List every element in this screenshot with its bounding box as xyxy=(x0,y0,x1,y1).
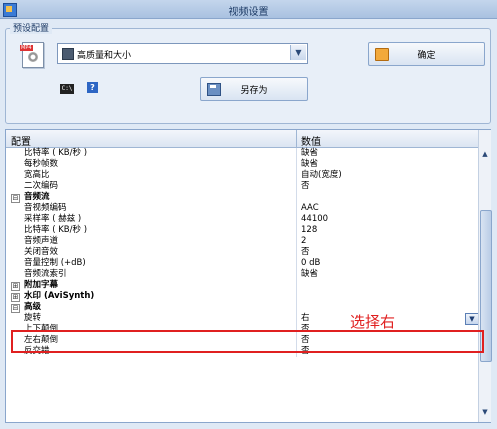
grid-row[interactable]: 音视频编码 AAC xyxy=(6,203,478,214)
grid-row-value: 否 xyxy=(301,181,310,191)
grid-row[interactable]: 比特率 ( KB/秒 ) 缺省 xyxy=(6,148,478,159)
grid-rows: 比特率 ( KB/秒 ) 缺省 每秒帧数 缺省 宽高比 自动(宽度) 二次编码否 ⊟ 音频流 音视… xyxy=(6,148,479,357)
highlight-box xyxy=(11,330,484,353)
row-separator xyxy=(296,159,297,170)
row-separator xyxy=(296,280,297,291)
grid-row-value: 否 xyxy=(301,247,310,257)
chevron-down-icon[interactable]: ▼ xyxy=(290,45,306,60)
grid-row[interactable]: 比特率 ( KB/秒 ) 128 xyxy=(6,225,478,236)
row-separator xyxy=(296,258,297,269)
title-bar: 视频设置 xyxy=(0,0,497,19)
annotation-label: 选择右 xyxy=(350,313,396,331)
grid-row-value: 128 xyxy=(301,225,318,235)
grid-row-name: 每秒帧数 xyxy=(24,159,59,169)
grid-row-value: AAC xyxy=(301,203,319,213)
save-as-button-label: 另存为 xyxy=(240,86,268,96)
row-separator xyxy=(296,181,297,192)
window-title: 视频设置 xyxy=(228,7,269,18)
grid-row[interactable]: 每秒帧数 缺省 xyxy=(6,159,478,170)
settings-grid: 配置 数值 比特率 ( KB/秒 ) 缺省 每秒帧数 缺省 宽高比 自动(宽度) 二次编码否… xyxy=(5,129,492,423)
column-header-value[interactable]: 数值 xyxy=(301,133,321,148)
grid-category-row[interactable]: ⊞ 水印 (AviSynth) xyxy=(6,291,478,302)
grid-row-value: 自动(宽度) xyxy=(301,170,342,180)
grid-category-row[interactable]: ⊞ 附加字幕 xyxy=(6,280,478,291)
media-file-icon: MP4 xyxy=(20,42,44,68)
grid-row-name: 采样率 ( 赫兹 ) xyxy=(24,214,82,224)
row-separator xyxy=(296,313,297,324)
scroll-down-icon[interactable]: ▼ xyxy=(480,408,490,418)
row-separator xyxy=(296,214,297,225)
grid-header: 配置 数值 xyxy=(6,130,478,148)
grid-row[interactable]: 音频声道 2 xyxy=(6,236,478,247)
save-as-button[interactable]: 另存为 xyxy=(200,77,308,101)
expand-icon[interactable]: ⊞ xyxy=(11,293,20,302)
preset-item-icon xyxy=(62,48,74,60)
preset-dropdown[interactable]: 高质量和大小 ▼ xyxy=(57,43,308,64)
grid-row-name: 关闭音效 xyxy=(24,247,59,257)
grid-category-row[interactable]: ⊟ 音频流 xyxy=(6,192,478,203)
grid-row-value: 缺省 xyxy=(301,269,319,279)
preset-selected-value: 高质量和大小 xyxy=(77,51,132,61)
grid-row-name: 音频流 xyxy=(24,192,50,202)
collapse-icon[interactable]: ⊟ xyxy=(11,304,20,313)
row-separator xyxy=(296,203,297,214)
grid-row-value: 2 xyxy=(301,236,307,246)
scroll-up-icon[interactable]: ▲ xyxy=(480,150,490,160)
column-header-config[interactable]: 配置 xyxy=(11,133,31,148)
grid-row[interactable]: 关闭音效 否 xyxy=(6,247,478,258)
grid-row-name: 附加字幕 xyxy=(24,280,59,290)
grid-row[interactable]: 音量控制 (+dB) 0 dB xyxy=(6,258,478,269)
grid-row-name: 音频声道 xyxy=(24,236,59,246)
row-separator xyxy=(296,148,297,159)
grid-row-name: 比特率 ( KB/秒 ) xyxy=(24,225,88,235)
grid-row-name: 音量控制 (+dB) xyxy=(24,258,86,268)
grid-row-name: 音视频编码 xyxy=(24,203,67,213)
grid-row-name: 水印 (AviSynth) xyxy=(24,291,95,301)
grid-row[interactable]: 采样率 ( 赫兹 ) 44100 xyxy=(6,214,478,225)
grid-row-name: 音频流索引 xyxy=(24,269,67,279)
grid-row-name: 二次编码 xyxy=(24,181,59,191)
grid-row-value: 缺省 xyxy=(301,159,319,169)
expand-icon[interactable]: ⊞ xyxy=(11,282,20,291)
grid-row-name: 比特率 ( KB/秒 ) xyxy=(24,148,88,158)
grid-row-value: 缺省 xyxy=(301,148,319,158)
collapse-icon[interactable]: ⊟ xyxy=(11,194,20,203)
row-separator xyxy=(296,236,297,247)
ok-button[interactable]: 确定 xyxy=(368,42,485,66)
grid-row[interactable]: 旋转 ▼ 右 xyxy=(6,313,479,325)
grid-row[interactable]: 二次编码 否 xyxy=(6,181,478,192)
command-line-icon[interactable]: C:\ xyxy=(60,84,74,94)
column-separator[interactable] xyxy=(296,130,297,147)
ok-button-label: 确定 xyxy=(417,51,436,61)
row-separator xyxy=(296,291,297,302)
grid-row-name: 宽高比 xyxy=(24,170,50,180)
grid-row[interactable]: 宽高比 自动(宽度) xyxy=(6,170,478,181)
row-separator xyxy=(296,225,297,236)
row-separator xyxy=(296,247,297,258)
row-separator xyxy=(296,170,297,181)
grid-category-row[interactable]: ⊟ 高级 xyxy=(6,302,478,313)
row-separator xyxy=(296,269,297,280)
preset-group-label: 预设配置 xyxy=(10,21,53,34)
vertical-scrollbar[interactable]: ▲ ▼ xyxy=(478,130,492,422)
grid-row-value: 44100 xyxy=(301,214,329,224)
grid-row-name: 旋转 xyxy=(24,313,42,323)
grid-row[interactable]: 音频流索引 缺省 xyxy=(6,269,478,280)
row-separator xyxy=(296,302,297,313)
grid-row-name: 高级 xyxy=(24,302,42,312)
help-icon[interactable]: ? xyxy=(87,82,98,93)
row-separator xyxy=(296,192,297,203)
grid-row-value: 0 dB xyxy=(301,258,321,268)
